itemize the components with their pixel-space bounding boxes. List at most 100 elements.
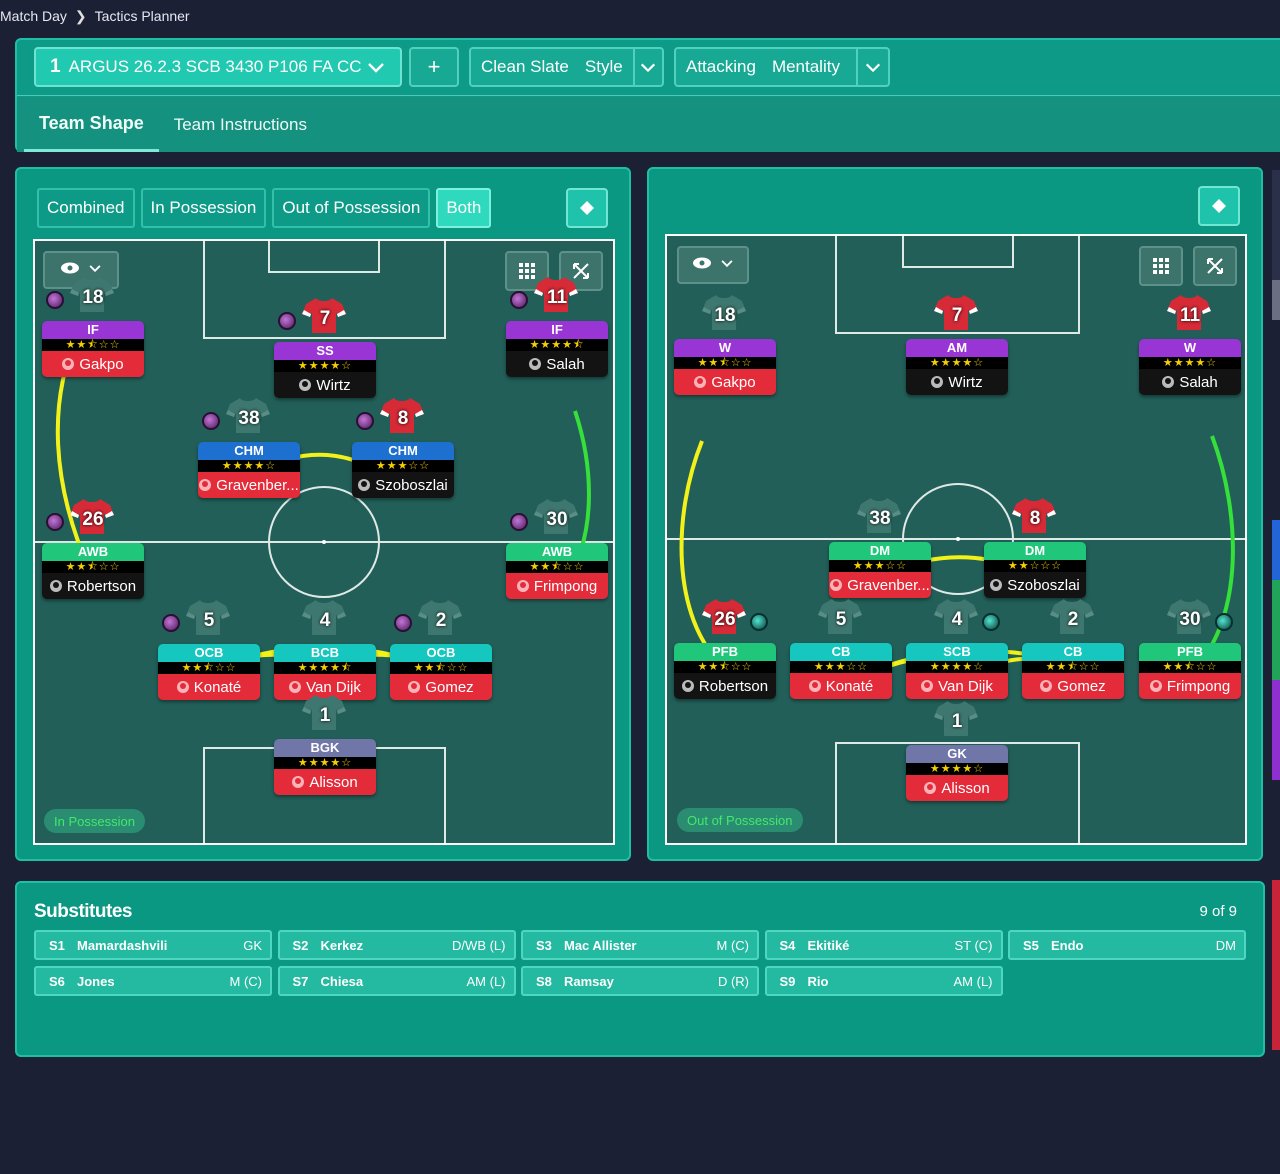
substitute-s3[interactable]: S3 Mac Allister M (C) bbox=[521, 930, 759, 960]
substitutes-title: Substitutes bbox=[34, 901, 132, 922]
tab-team-instructions[interactable]: Team Instructions bbox=[159, 97, 322, 152]
player-card-konat[interactable]: 5 CB ★★★☆☆ Konaté bbox=[790, 597, 892, 699]
player-card-alisson[interactable]: 1 BGK ★★★★☆ Alisson bbox=[274, 693, 376, 795]
view-mode-segmented: Combined In Possession Out of Possession… bbox=[37, 188, 497, 228]
tactic-select[interactable]: 1 ARGUS 26.2.3 SCB 3430 P106 FA CC bbox=[34, 47, 402, 87]
sub-name: Jones bbox=[77, 973, 115, 989]
player-card-szoboszlai[interactable]: 8 DM ★★☆☆☆ Szoboszlai bbox=[984, 496, 1086, 598]
person-icon bbox=[808, 680, 821, 692]
player-card-wirtz[interactable]: 7 SS ★★★★☆ Wirtz bbox=[274, 296, 376, 398]
view-mode-both[interactable]: Both bbox=[436, 188, 492, 228]
shirt-number: 4 bbox=[951, 609, 963, 630]
grid-icon[interactable] bbox=[1139, 246, 1183, 286]
player-card-wirtz[interactable]: 7 AM ★★★★☆ Wirtz bbox=[906, 293, 1008, 395]
role-rating-stars: ★★⯪☆☆ bbox=[674, 357, 776, 369]
player-card-robertson[interactable]: 26 PFB ★★⯪☆☆ Robertson bbox=[674, 597, 776, 699]
edge-strip bbox=[1272, 520, 1280, 580]
player-role-card: CB ★★★☆☆ Konaté bbox=[790, 643, 892, 699]
player-card-frimpong[interactable]: 30 PFB ★★⯪☆☆ Frimpong bbox=[1139, 597, 1241, 699]
player-name-row: Konaté bbox=[158, 674, 260, 700]
player-card-alisson[interactable]: 1 GK ★★★★☆ Alisson bbox=[906, 699, 1008, 801]
shirt-number: 38 bbox=[238, 408, 260, 429]
player-card-vandijk[interactable]: 4 SCB ★★★★☆ Van Dijk bbox=[906, 597, 1008, 699]
player-card-robertson[interactable]: 26 AWB ★★⯪☆☆ Robertson bbox=[42, 497, 144, 599]
player-name-row: Alisson bbox=[274, 769, 376, 795]
style-dropdown[interactable]: Clean Slate Style bbox=[469, 47, 664, 87]
role-rating-stars: ★★⯪☆☆ bbox=[674, 661, 776, 673]
breadcrumb-tactics-planner: Tactics Planner bbox=[94, 8, 190, 24]
view-mode-in-possession[interactable]: In Possession bbox=[140, 188, 267, 228]
chevron-down-icon bbox=[632, 49, 662, 85]
substitute-s4[interactable]: S4 Ekitiké ST (C) bbox=[764, 930, 1003, 960]
expand-icon[interactable] bbox=[1193, 246, 1237, 286]
visibility-toggle[interactable] bbox=[677, 246, 749, 284]
sub-slot: S6 bbox=[49, 973, 65, 989]
player-card-vandijk[interactable]: 4 BCB ★★★★⯪ Van Dijk bbox=[274, 598, 376, 700]
shirt-number: 2 bbox=[435, 610, 447, 631]
person-icon bbox=[931, 376, 944, 388]
sub-position: DM bbox=[1215, 937, 1236, 953]
player-name: Salah bbox=[1179, 373, 1218, 391]
player-name: Gomez bbox=[1057, 677, 1106, 695]
substitute-s5[interactable]: S5 Endo DM bbox=[1008, 930, 1246, 960]
player-role: DM bbox=[829, 542, 931, 560]
mentality-label: Mentality bbox=[771, 57, 840, 76]
mentality-dropdown[interactable]: Attacking Mentality bbox=[674, 47, 890, 87]
player-role: GK bbox=[906, 745, 1008, 763]
sub-slot: S2 bbox=[292, 937, 309, 953]
person-icon bbox=[694, 376, 707, 388]
shirt-number: 26 bbox=[714, 609, 736, 630]
player-card-gakpo[interactable]: 18 W ★★⯪☆☆ Gakpo bbox=[674, 293, 776, 395]
role-rating-stars: ★★⯪☆☆ bbox=[42, 561, 144, 573]
diamond-icon[interactable] bbox=[566, 188, 608, 228]
player-name: Robertson bbox=[66, 577, 137, 595]
player-role-card: BGK ★★★★☆ Alisson bbox=[274, 739, 376, 795]
shirt-number: 7 bbox=[951, 305, 963, 326]
view-mode-out-of-possession[interactable]: Out of Possession bbox=[272, 188, 431, 228]
breadcrumb-match-day[interactable]: Match Day bbox=[0, 8, 67, 24]
substitute-s2[interactable]: S2 Kerkez D/WB (L) bbox=[277, 930, 516, 960]
player-name: Wirtz bbox=[316, 376, 351, 394]
player-card-gakpo[interactable]: 18 IF ★★⯪☆☆ Gakpo bbox=[42, 275, 144, 377]
role-rating-stars: ★★★☆☆ bbox=[829, 560, 931, 572]
player-role-card: CHM ★★★★☆ Gravenber... bbox=[198, 442, 300, 498]
player-name: Wirtz bbox=[948, 373, 983, 391]
player-card-salah[interactable]: 11 W ★★★★☆ Salah bbox=[1139, 293, 1241, 395]
player-card-gomez[interactable]: 2 OCB ★★⯪☆☆ Gomez bbox=[390, 598, 492, 700]
person-icon bbox=[176, 681, 189, 693]
role-rating-stars: ★★⯪☆☆ bbox=[1022, 661, 1124, 673]
player-name-row: Frimpong bbox=[506, 573, 608, 599]
substitute-s1[interactable]: S1 Mamardashvili GK bbox=[34, 930, 272, 960]
shirt-number: 7 bbox=[319, 308, 331, 329]
player-name: Szoboszlai bbox=[375, 476, 448, 494]
player-role-card: GK ★★★★☆ Alisson bbox=[906, 745, 1008, 801]
player-name: Szoboszlai bbox=[1007, 576, 1080, 594]
player-card-szoboszlai[interactable]: 8 CHM ★★★☆☆ Szoboszlai bbox=[352, 396, 454, 498]
player-card-gomez[interactable]: 2 CB ★★⯪☆☆ Gomez bbox=[1022, 597, 1124, 699]
chevron-down-icon bbox=[856, 49, 888, 85]
shirt-number: 18 bbox=[714, 305, 736, 326]
player-role: OCB bbox=[390, 644, 492, 662]
player-card-konat[interactable]: 5 OCB ★★⯪☆☆ Konaté bbox=[158, 598, 260, 700]
substitute-s7[interactable]: S7 Chiesa AM (L) bbox=[277, 966, 516, 996]
view-mode-combined[interactable]: Combined bbox=[37, 188, 135, 228]
diamond-icon[interactable] bbox=[1198, 186, 1240, 226]
role-rating-stars: ★★★☆☆ bbox=[790, 661, 892, 673]
person-icon bbox=[408, 681, 421, 693]
shirt-number: 30 bbox=[546, 509, 568, 530]
substitute-s8[interactable]: S8 Ramsay D (R) bbox=[521, 966, 759, 996]
shirt-number: 5 bbox=[835, 609, 847, 630]
player-card-gravenber[interactable]: 38 DM ★★★☆☆ Gravenber... bbox=[829, 496, 931, 598]
player-card-salah[interactable]: 11 IF ★★★★⯪ Salah bbox=[506, 275, 608, 377]
player-card-gravenber[interactable]: 38 CHM ★★★★☆ Gravenber... bbox=[198, 396, 300, 498]
substitute-s9[interactable]: S9 Rio AM (L) bbox=[764, 966, 1003, 996]
player-role-card: PFB ★★⯪☆☆ Robertson bbox=[674, 643, 776, 699]
substitute-s6[interactable]: S6 Jones M (C) bbox=[34, 966, 272, 996]
player-role-card: AWB ★★⯪☆☆ Frimpong bbox=[506, 543, 608, 599]
player-role: PFB bbox=[1139, 643, 1241, 661]
player-role-card: IF ★★★★⯪ Salah bbox=[506, 321, 608, 377]
player-role: W bbox=[674, 339, 776, 357]
player-card-frimpong[interactable]: 30 AWB ★★⯪☆☆ Frimpong bbox=[506, 497, 608, 599]
add-tactic-button[interactable]: + bbox=[409, 47, 459, 87]
tab-team-shape[interactable]: Team Shape bbox=[24, 97, 159, 152]
